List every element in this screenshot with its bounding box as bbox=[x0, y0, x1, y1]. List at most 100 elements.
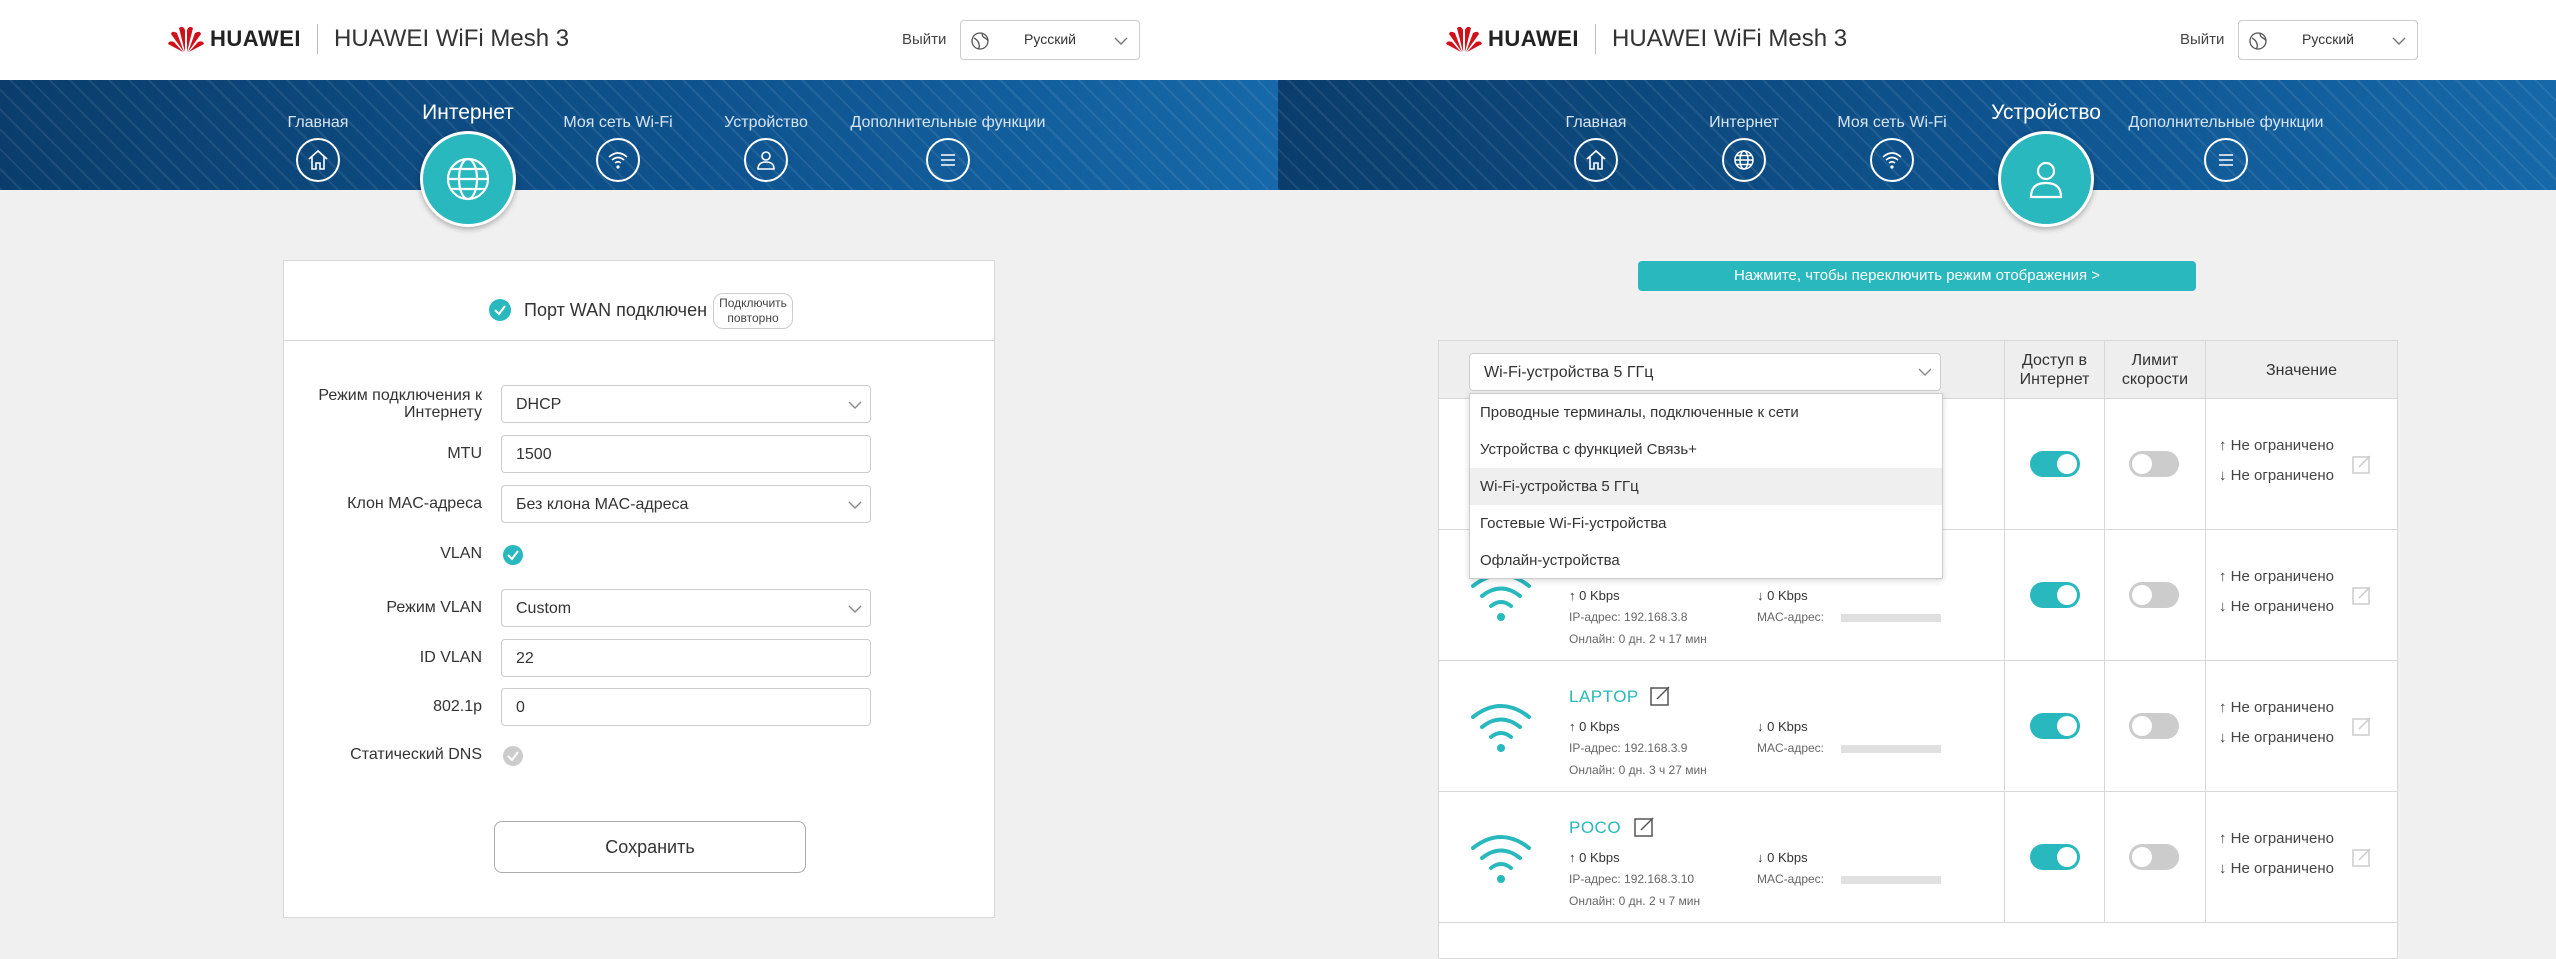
reconnect-button[interactable]: Подключить повторно bbox=[713, 293, 793, 329]
dropdown-option-offline[interactable]: Офлайн-устройства bbox=[1470, 542, 1942, 579]
connected-check-icon bbox=[489, 299, 511, 321]
static-dns-label: Статический DNS bbox=[350, 746, 482, 763]
device-type-dropdown: Проводные терминалы, подключенные к сети… bbox=[1469, 393, 1943, 579]
nav-home[interactable]: Главная bbox=[268, 80, 368, 190]
download-speed: ↓ 0 Kbps bbox=[1757, 719, 1808, 734]
chevron-down-icon bbox=[848, 501, 862, 509]
nav-devices-label: Устройство bbox=[1991, 101, 2101, 124]
mac-label: MAC-адрес: bbox=[1757, 610, 1825, 624]
internet-settings-card: Порт WAN подключен Подключить повторно Р… bbox=[283, 260, 995, 918]
static-dns-checkbox[interactable] bbox=[503, 746, 523, 766]
huawei-flower-icon bbox=[1446, 26, 1482, 52]
top-header: HUAWEI HUAWEI WiFi Mesh 3 Выйти Русский bbox=[1278, 0, 2556, 80]
menu-icon bbox=[2204, 138, 2248, 182]
header-limit: Лимит скорости bbox=[2104, 341, 2205, 399]
p8021-input[interactable]: 0 bbox=[501, 688, 871, 726]
nav-devices-label: Устройство bbox=[724, 114, 808, 131]
mac-clone-row: Клон MAC-адреса Без клона MAC-адреса bbox=[284, 485, 994, 525]
nav-devices[interactable]: Устройство bbox=[1976, 80, 2116, 227]
nav-devices[interactable]: Устройство bbox=[716, 80, 816, 190]
dropdown-option-wifi-5ghz[interactable]: Wi-Fi-устройства 5 ГГц bbox=[1470, 468, 1942, 505]
chevron-down-icon bbox=[1114, 37, 1128, 45]
dropdown-option-guest[interactable]: Гостевые Wi-Fi-устройства bbox=[1470, 505, 1942, 542]
edit-icon[interactable] bbox=[2351, 715, 2373, 737]
huawei-logo: HUAWEI HUAWEI WiFi Mesh 3 bbox=[1446, 22, 1847, 56]
mac-redacted bbox=[1841, 614, 1941, 622]
vlan-id-input[interactable]: 22 bbox=[501, 639, 871, 677]
dropdown-option-wired[interactable]: Проводные терминалы, подключенные к сети bbox=[1470, 394, 1942, 431]
devices-table: Доступ в Интернет Лимит скорости Значени… bbox=[1438, 340, 2398, 959]
edit-icon[interactable] bbox=[2351, 584, 2373, 606]
edit-name-icon[interactable] bbox=[1649, 685, 1671, 707]
speed-limit-toggle[interactable] bbox=[2129, 582, 2179, 608]
vlan-mode-select[interactable]: Custom bbox=[501, 589, 871, 627]
device-name: LAPTOP bbox=[1569, 687, 1639, 706]
speed-limit-toggle[interactable] bbox=[2129, 451, 2179, 477]
device-type-select[interactable]: Wi-Fi-устройства 5 ГГц bbox=[1469, 353, 1941, 391]
menu-icon bbox=[926, 138, 970, 182]
ip-address: IP-адрес: 192.168.3.9 bbox=[1569, 741, 1688, 755]
product-name: HUAWEI WiFi Mesh 3 bbox=[1612, 25, 1848, 52]
edit-icon[interactable] bbox=[2351, 453, 2373, 475]
language-select[interactable]: Русский bbox=[960, 20, 1140, 60]
upload-speed: ↑ 0 Kbps bbox=[1569, 719, 1620, 734]
brand-name: HUAWEI bbox=[1488, 26, 1579, 51]
vlan-row: VLAN bbox=[284, 535, 994, 575]
mtu-label: MTU bbox=[447, 445, 482, 462]
nav-home[interactable]: Главная bbox=[1546, 80, 1646, 190]
limit-down: ↓ Не ограничено bbox=[2219, 729, 2334, 746]
wifi-icon bbox=[596, 138, 640, 182]
nav-internet-label: Интернет bbox=[1709, 114, 1779, 131]
nav-more-label: Дополнительные функции bbox=[2128, 114, 2324, 131]
nav-wifi[interactable]: Моя сеть Wi-Fi bbox=[558, 80, 678, 190]
logout-link[interactable]: Выйти bbox=[2180, 31, 2224, 48]
huawei-flower-icon bbox=[168, 26, 204, 52]
mac-redacted bbox=[1841, 745, 1941, 753]
device-name: POCO bbox=[1569, 818, 1622, 837]
limit-down: ↓ Не ограничено bbox=[2219, 467, 2334, 484]
home-icon bbox=[296, 138, 340, 182]
main-nav: Главная Интернет Моя сеть Wi-Fi Устройст… bbox=[1278, 80, 2556, 227]
mac-label: MAC-адрес: bbox=[1757, 741, 1825, 755]
vlan-mode-value: Custom bbox=[516, 600, 572, 617]
nav-more[interactable]: Дополнительные функции bbox=[848, 80, 1048, 190]
user-nav-icon bbox=[1998, 131, 2094, 227]
mac-clone-select[interactable]: Без клона MAC-адреса bbox=[501, 485, 871, 523]
logout-link[interactable]: Выйти bbox=[902, 31, 946, 48]
nav-more[interactable]: Дополнительные функции bbox=[2126, 80, 2326, 190]
divider bbox=[317, 24, 318, 54]
language-select[interactable]: Русский bbox=[2238, 20, 2418, 60]
mtu-row: MTU 1500 bbox=[284, 435, 994, 475]
speed-limit-toggle[interactable] bbox=[2129, 844, 2179, 870]
save-button[interactable]: Сохранить bbox=[494, 821, 806, 873]
limit-up: ↑ Не ограничено bbox=[2219, 568, 2334, 585]
edit-icon[interactable] bbox=[2351, 846, 2373, 868]
conn-mode-select[interactable]: DHCP bbox=[501, 385, 871, 423]
internet-access-toggle[interactable] bbox=[2030, 451, 2080, 477]
internet-access-toggle[interactable] bbox=[2030, 582, 2080, 608]
internet-access-toggle[interactable] bbox=[2030, 713, 2080, 739]
dropdown-option-link-plus[interactable]: Устройства с функцией Связь+ bbox=[1470, 431, 1942, 468]
chevron-down-icon bbox=[848, 401, 862, 409]
mtu-input[interactable]: 1500 bbox=[501, 435, 871, 473]
globe-nav-icon bbox=[420, 131, 516, 227]
wan-status-text: Порт WAN подключен bbox=[524, 300, 708, 320]
chevron-down-icon bbox=[2392, 37, 2406, 45]
internet-access-toggle[interactable] bbox=[2030, 844, 2080, 870]
online-time: Онлайн: 0 дн. 2 ч 17 мин bbox=[1569, 632, 1707, 646]
nav-internet[interactable]: Интернет bbox=[1694, 80, 1794, 190]
top-header: HUAWEI HUAWEI WiFi Mesh 3 Выйти Русский bbox=[0, 0, 1278, 80]
wifi-icon bbox=[1870, 138, 1914, 182]
nav-internet[interactable]: Интернет bbox=[408, 80, 528, 227]
nav-home-label: Главная bbox=[1565, 114, 1627, 131]
edit-name-icon[interactable] bbox=[1633, 816, 1655, 838]
switch-view-button[interactable]: Нажмите, чтобы переключить режим отображ… bbox=[1638, 261, 2196, 291]
wan-status-section: Порт WAN подключен Подключить повторно bbox=[284, 261, 994, 341]
static-dns-row: Статический DNS bbox=[284, 736, 994, 776]
speed-limit-toggle[interactable] bbox=[2129, 713, 2179, 739]
upload-speed: ↑ 0 Kbps bbox=[1569, 588, 1620, 603]
vlan-mode-label: Режим VLAN bbox=[386, 599, 482, 616]
vlan-checkbox[interactable] bbox=[503, 545, 523, 565]
internet-settings-page: HUAWEI HUAWEI WiFi Mesh 3 Выйти Русский … bbox=[0, 0, 1278, 959]
nav-wifi[interactable]: Моя сеть Wi-Fi bbox=[1832, 80, 1952, 190]
